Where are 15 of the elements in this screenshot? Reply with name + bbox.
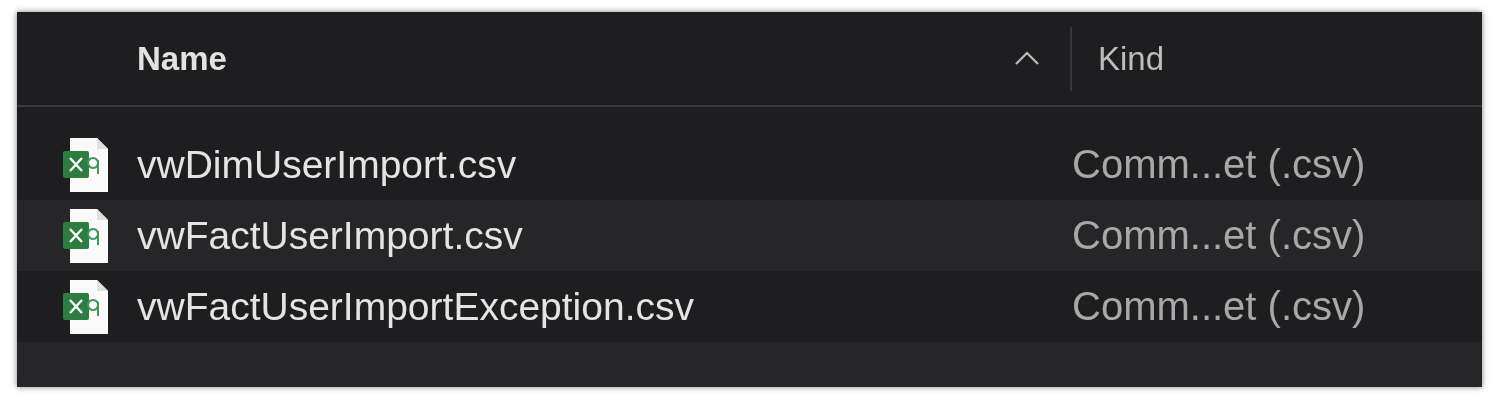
file-kind: Comm...et (.csv) <box>1072 284 1366 329</box>
file-kind: Comm...et (.csv) <box>1072 142 1366 187</box>
spreadsheet-file-icon <box>63 208 109 263</box>
column-header[interactable]: Name <box>137 39 227 78</box>
spreadsheet-file-icon <box>63 137 109 192</box>
file-row[interactable]: vwDimUserImport.csv Comm...et (.csv) <box>17 129 1482 200</box>
file-row[interactable]: vwFactUserImportException.csv Comm...et (.csv) <box>17 271 1482 342</box>
spreadsheet-file-icon <box>63 279 109 334</box>
file-row[interactable]: vwFactUserImport.csv Comm...et (.csv) <box>17 200 1482 271</box>
column-header[interactable]: Kind <box>1098 39 1165 78</box>
file-name: vwFactUserImportException.csv <box>137 284 695 329</box>
file-name: vwDimUserImport.csv <box>137 142 518 187</box>
file-name: vwFactUserImport.csv <box>137 213 524 258</box>
sort-chevron-icon[interactable] <box>1014 50 1040 67</box>
file-kind: Comm...et (.csv) <box>1072 213 1366 258</box>
